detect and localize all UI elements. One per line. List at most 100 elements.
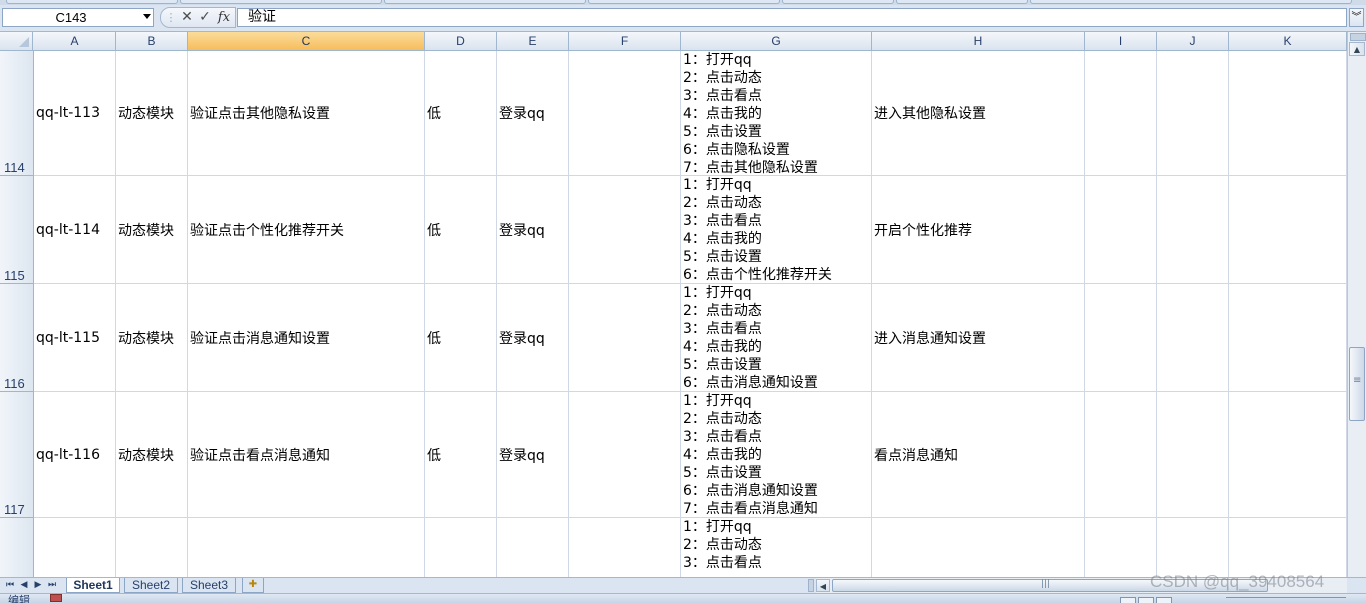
cell-f[interactable] bbox=[569, 392, 681, 517]
column-header-a[interactable]: A bbox=[34, 32, 116, 50]
column-header-h[interactable]: H bbox=[872, 32, 1085, 50]
cell-k[interactable] bbox=[1229, 392, 1347, 517]
cell-c[interactable]: 验证点击消息通知设置 bbox=[188, 284, 425, 391]
cell-a[interactable]: qq-lt-113 bbox=[34, 51, 116, 175]
row-header[interactable]: 116 bbox=[0, 284, 33, 392]
cell-a[interactable]: qq-lt-115 bbox=[34, 284, 116, 391]
column-header-f[interactable]: F bbox=[569, 32, 681, 50]
cell-h[interactable] bbox=[872, 518, 1085, 577]
cell-i[interactable] bbox=[1085, 518, 1157, 577]
cell-c[interactable] bbox=[188, 518, 425, 577]
cell-g[interactable]: 1：打开qq 2：点击动态 3：点击看点 4：点击我的 5：点击设置 6：点击个性化推荐开… bbox=[681, 176, 872, 283]
cell-i[interactable] bbox=[1085, 176, 1157, 283]
macro-record-icon[interactable] bbox=[50, 594, 62, 602]
cell-e[interactable]: 登录qq bbox=[497, 392, 569, 517]
cell-k[interactable] bbox=[1229, 518, 1347, 577]
column-header-d[interactable]: D bbox=[425, 32, 497, 50]
cell-a[interactable]: qq-lt-116 bbox=[34, 392, 116, 517]
cell-b[interactable]: 动态模块 bbox=[116, 392, 188, 517]
insert-function-icon[interactable]: fx bbox=[215, 8, 233, 27]
tab-sheet2[interactable]: Sheet2 bbox=[124, 578, 178, 593]
cell-d[interactable]: 低 bbox=[425, 51, 497, 175]
cell-j[interactable] bbox=[1157, 176, 1229, 283]
tab-sheet3[interactable]: Sheet3 bbox=[182, 578, 236, 593]
expand-formula-icon[interactable]: ︾ bbox=[1349, 8, 1364, 27]
cell-e[interactable]: 登录qq bbox=[497, 176, 569, 283]
enter-check-icon[interactable]: ✓ bbox=[197, 8, 213, 27]
row-header[interactable]: 117 bbox=[0, 392, 33, 518]
cell-j[interactable] bbox=[1157, 392, 1229, 517]
page-break-view-icon[interactable] bbox=[1156, 597, 1172, 603]
chevron-down-icon[interactable] bbox=[143, 14, 151, 19]
cell-k[interactable] bbox=[1229, 176, 1347, 283]
last-sheet-icon[interactable]: ⏭ bbox=[46, 579, 58, 592]
cell-d[interactable] bbox=[425, 518, 497, 577]
column-header-b[interactable]: B bbox=[116, 32, 188, 50]
name-box[interactable]: C143 bbox=[2, 8, 154, 27]
cell-b[interactable] bbox=[116, 518, 188, 577]
cell-f[interactable] bbox=[569, 284, 681, 391]
cell-c[interactable]: 验证点击其他隐私设置 bbox=[188, 51, 425, 175]
grip-icon[interactable]: ⋮ bbox=[165, 8, 177, 27]
cell-j[interactable] bbox=[1157, 51, 1229, 175]
cell-i[interactable] bbox=[1085, 284, 1157, 391]
tab-split-handle[interactable] bbox=[808, 579, 814, 592]
cell-c[interactable]: 验证点击个性化推荐开关 bbox=[188, 176, 425, 283]
cell-h[interactable]: 进入消息通知设置 bbox=[872, 284, 1085, 391]
row-header[interactable]: 114 bbox=[0, 51, 33, 176]
vertical-scroll-thumb[interactable] bbox=[1349, 347, 1365, 421]
cell-g[interactable]: 1：打开qq 2：点击动态 3：点击看点 bbox=[681, 518, 872, 577]
cell-c[interactable]: 验证点击看点消息通知 bbox=[188, 392, 425, 517]
cell-h[interactable]: 进入其他隐私设置 bbox=[872, 51, 1085, 175]
cell-k[interactable] bbox=[1229, 284, 1347, 391]
cell-j[interactable] bbox=[1157, 284, 1229, 391]
cell-d[interactable]: 低 bbox=[425, 284, 497, 391]
page-layout-view-icon[interactable] bbox=[1138, 597, 1154, 603]
cell-e[interactable]: 登录qq bbox=[497, 51, 569, 175]
prev-sheet-icon[interactable]: ◀ bbox=[18, 579, 30, 592]
cell-a[interactable] bbox=[34, 518, 116, 577]
normal-view-icon[interactable] bbox=[1120, 597, 1136, 603]
tab-sheet1[interactable]: Sheet1 bbox=[66, 578, 120, 593]
row-header[interactable] bbox=[0, 518, 33, 577]
cell-h[interactable]: 开启个性化推荐 bbox=[872, 176, 1085, 283]
column-header-j[interactable]: J bbox=[1157, 32, 1229, 50]
column-header-c[interactable]: C bbox=[188, 32, 425, 50]
column-header-g[interactable]: G bbox=[681, 32, 872, 50]
cell-f[interactable] bbox=[569, 51, 681, 175]
next-sheet-icon[interactable]: ▶ bbox=[32, 579, 44, 592]
cell-b[interactable]: 动态模块 bbox=[116, 284, 188, 391]
cell-b[interactable]: 动态模块 bbox=[116, 51, 188, 175]
first-sheet-icon[interactable]: ⏮ bbox=[4, 579, 16, 592]
formula-input[interactable]: 验证 bbox=[237, 8, 1347, 27]
vertical-scrollbar[interactable]: ▲ bbox=[1347, 32, 1366, 577]
cell-g[interactable]: 1：打开qq 2：点击动态 3：点击看点 4：点击我的 5：点击设置 6：点击消息通知设置… bbox=[681, 392, 872, 517]
zoom-slider[interactable] bbox=[1226, 597, 1346, 598]
cancel-icon[interactable]: ✕ bbox=[179, 8, 195, 27]
cell-j[interactable] bbox=[1157, 518, 1229, 577]
cell-d[interactable]: 低 bbox=[425, 392, 497, 517]
cell-i[interactable] bbox=[1085, 51, 1157, 175]
column-header-e[interactable]: E bbox=[497, 32, 569, 50]
step-line: 4：点击我的 bbox=[683, 447, 762, 463]
cell-i[interactable] bbox=[1085, 392, 1157, 517]
scroll-up-icon[interactable]: ▲ bbox=[1349, 42, 1365, 56]
cell-e[interactable] bbox=[497, 518, 569, 577]
insert-sheet-icon[interactable]: ✚ bbox=[242, 578, 264, 593]
column-header-i[interactable]: I bbox=[1085, 32, 1157, 50]
cell-a[interactable]: qq-lt-114 bbox=[34, 176, 116, 283]
select-all-button[interactable] bbox=[0, 32, 33, 50]
cell-e[interactable]: 登录qq bbox=[497, 284, 569, 391]
split-handle[interactable] bbox=[1350, 33, 1366, 41]
column-header-k[interactable]: K bbox=[1229, 32, 1347, 50]
cell-f[interactable] bbox=[569, 176, 681, 283]
cell-g[interactable]: 1：打开qq 2：点击动态 3：点击看点 4：点击我的 5：点击设置 6：点击消息通知设置 bbox=[681, 284, 872, 391]
scroll-left-icon[interactable]: ◀ bbox=[816, 579, 830, 592]
cell-d[interactable]: 低 bbox=[425, 176, 497, 283]
cell-h[interactable]: 看点消息通知 bbox=[872, 392, 1085, 517]
row-header[interactable]: 115 bbox=[0, 176, 33, 284]
cell-b[interactable]: 动态模块 bbox=[116, 176, 188, 283]
cell-k[interactable] bbox=[1229, 51, 1347, 175]
cell-f[interactable] bbox=[569, 518, 681, 577]
cell-g[interactable]: 1：打开qq 2：点击动态 3：点击看点 4：点击我的 5：点击设置 6：点击隐私设置 7：… bbox=[681, 51, 872, 175]
